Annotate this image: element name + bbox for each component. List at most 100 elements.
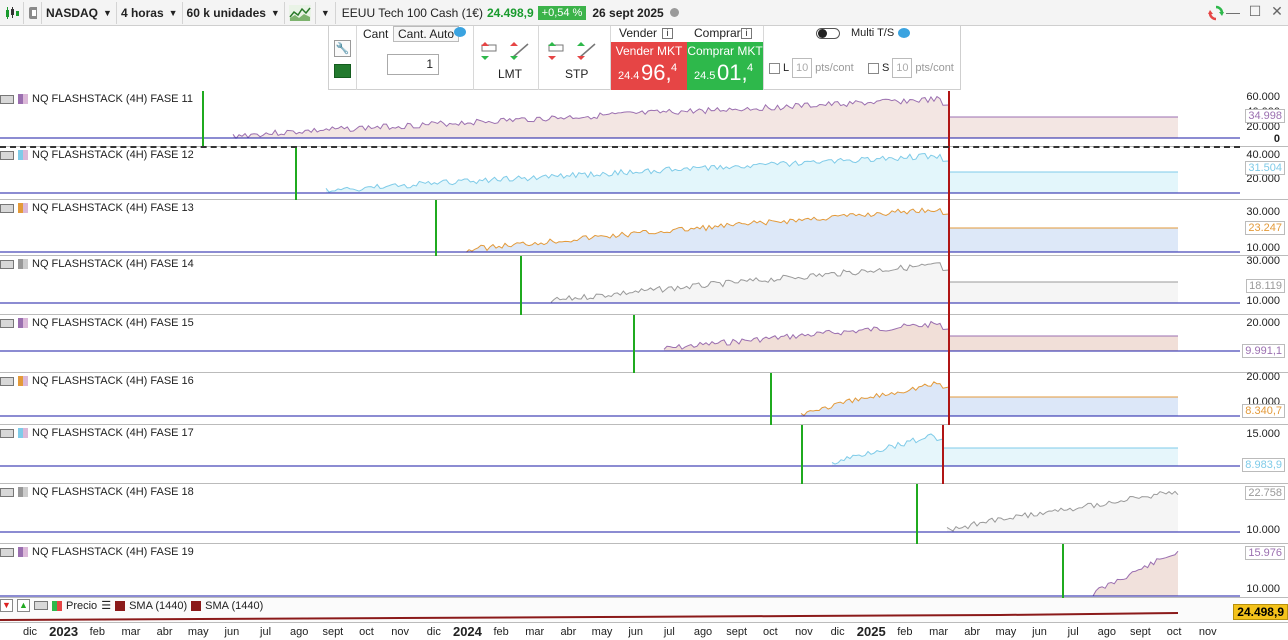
axis-tick-label: 10.000 [1246, 295, 1280, 307]
collapse-button[interactable] [34, 601, 48, 610]
indicator-panel[interactable]: NQ FLASHSTACK (4H) FASE 16 20.000 10.000 8.… [0, 371, 1288, 425]
sell-market-button[interactable]: Vender MKT 24.4 96, 4 [611, 42, 687, 90]
indicator-panel[interactable]: NQ FLASHSTACK (4H) FASE 18 10.000 22.758 [0, 484, 1288, 544]
list-icon[interactable]: ☰ [101, 599, 111, 612]
date-label: 26 sept 2025 [592, 5, 664, 20]
indicator-panel[interactable]: NQ FLASHSTACK (4H) FASE 17 15.000 8.983,9 [0, 425, 1288, 484]
lmt-section: LMT [474, 26, 539, 90]
collapse-button[interactable] [0, 547, 14, 557]
quantity-section: Cant Cant. Auto 1 [357, 26, 474, 90]
axis-tick-label: 40.000 [1246, 149, 1280, 161]
units-select[interactable]: 60 k unidades ▼ [183, 1, 285, 24]
panel-legend: NQ FLASHSTACK (4H) FASE 14 [0, 258, 198, 270]
time-axis-month: feb [897, 626, 913, 638]
last-value-badge: 8.983,9 [1242, 458, 1285, 472]
time-axis-month: dic [426, 626, 441, 638]
buy-mkt-label: Comprar MKT [687, 44, 763, 58]
indicator-panel[interactable]: NQ FLASHSTACK (4H) FASE 14 30.000 10.000 18… [0, 255, 1288, 315]
keyboard-icon[interactable] [334, 64, 351, 78]
collapse-button[interactable] [0, 203, 14, 213]
time-axis-month: dic [22, 626, 38, 638]
series-swatch [18, 547, 28, 557]
remove-indicator-icon[interactable]: ▼ [0, 599, 13, 612]
limit-buy-icon[interactable] [480, 42, 500, 60]
refresh-button[interactable] [1206, 3, 1226, 23]
axis-tick-label: 10.000 [1246, 583, 1280, 595]
status-dot [669, 8, 679, 17]
panel-title: NQ FLASHSTACK (4H) FASE 14 [32, 258, 194, 270]
cant-auto-button[interactable]: Cant. Auto [393, 26, 460, 42]
buy-market-button[interactable]: Comprar MKT 24.5 01, 4 [687, 42, 763, 90]
minimize-icon[interactable]: — [1226, 4, 1240, 20]
stp-section: STP [539, 26, 611, 90]
series-swatch [18, 203, 28, 213]
wrench-icon[interactable]: 🔧 [334, 40, 351, 57]
buy-price-sup: 4 [747, 62, 754, 74]
series-area [664, 321, 949, 351]
sell-price-sup: 4 [671, 62, 678, 74]
stop-checkbox[interactable] [868, 62, 879, 74]
collapse-button[interactable] [0, 376, 14, 386]
collapse-button[interactable] [0, 318, 14, 328]
trailing-stop-section: Multi T/S L 10 pts/cont S 10 pts/cont [763, 26, 962, 90]
sell-header: Vender [619, 26, 658, 40]
change-badge: +0,54 % [537, 5, 587, 20]
last-price: 24.498,9 [486, 5, 534, 20]
maximize-icon[interactable]: ☐ [1248, 3, 1262, 20]
collapse-button[interactable] [0, 487, 14, 497]
collapse-button[interactable] [0, 428, 14, 438]
stop-pts-unit: pts/cont [915, 62, 954, 74]
axis-tick-label: 30.000 [1246, 255, 1280, 267]
last-value-badge: 8.340,7 [1242, 404, 1285, 418]
series-area [947, 491, 1178, 532]
indicator-panel[interactable]: NQ FLASHSTACK (4H) FASE 13 30.000 10.000 23… [0, 200, 1288, 256]
sell-price-prefix: 24.4 [618, 70, 640, 82]
series-swatch [18, 94, 28, 104]
candle-chart-icon[interactable] [0, 1, 24, 24]
indicator-panel[interactable]: NQ FLASHSTACK (4H) FASE 15 20.000 9.991,1 [0, 315, 1288, 373]
limit-pts-input[interactable]: 10 [792, 58, 813, 78]
projection-area [949, 228, 1178, 252]
area-chart-icon [288, 4, 311, 21]
indicator-panel[interactable]: NQ FLASHSTACK (4H) FASE 19 10.000 15.976 [0, 544, 1288, 598]
time-axis-month: oct [359, 626, 374, 638]
quantity-input[interactable]: 1 [387, 54, 439, 75]
series-area [801, 381, 949, 416]
chart-type-button[interactable] [285, 1, 316, 24]
multi-ts-toggle[interactable] [816, 28, 840, 39]
time-axis-month: nov [1198, 626, 1217, 638]
series-swatch [18, 487, 28, 497]
stop-pts-input[interactable]: 10 [892, 58, 913, 78]
info-icon[interactable]: i [741, 28, 752, 39]
collapse-button[interactable] [0, 259, 14, 269]
buy-price-prefix: 24.5 [694, 70, 716, 82]
chevron-down-icon: ▼ [103, 7, 112, 18]
time-axis-month: ago [290, 626, 309, 638]
collapse-button[interactable] [0, 150, 14, 160]
panel-title: NQ FLASHSTACK (4H) FASE 17 [32, 427, 194, 439]
indicator-panel[interactable]: NQ FLASHSTACK (4H) FASE 12 40.000 20.000 31… [0, 147, 1288, 200]
market-value: NASDAQ [46, 5, 99, 20]
add-indicator-icon[interactable]: ▲ [17, 599, 30, 612]
chevron-down-icon: ▼ [168, 7, 178, 18]
limit-sell-icon[interactable] [510, 42, 530, 60]
time-axis-month: jun [224, 626, 240, 638]
buy-header: Comprar [694, 26, 741, 40]
time-axis-month: may [995, 626, 1017, 638]
collapse-button[interactable] [0, 94, 14, 104]
info-icon[interactable]: i [662, 28, 673, 39]
series-swatch [18, 259, 28, 269]
sma1-label: SMA (1440) [129, 599, 188, 612]
market-select[interactable]: NASDAQ ▼ [42, 1, 117, 24]
limit-checkbox[interactable] [769, 62, 780, 74]
close-icon[interactable]: ✕ [1270, 3, 1284, 20]
sell-price-big: 96, [641, 60, 672, 85]
indicator-panel[interactable]: NQ FLASHSTACK (4H) FASE 1160.00040.00020… [0, 91, 1288, 147]
timeframe-select[interactable]: 4 horas ▼ [117, 1, 183, 24]
stop-buy-icon[interactable] [547, 42, 567, 60]
chart-type-dropdown[interactable]: ▼ [316, 1, 336, 24]
last-value-badge: 15.976 [1245, 546, 1285, 560]
time-axis-month: jun [628, 626, 644, 638]
link-icon[interactable] [24, 1, 42, 24]
stop-sell-icon[interactable] [577, 42, 597, 60]
